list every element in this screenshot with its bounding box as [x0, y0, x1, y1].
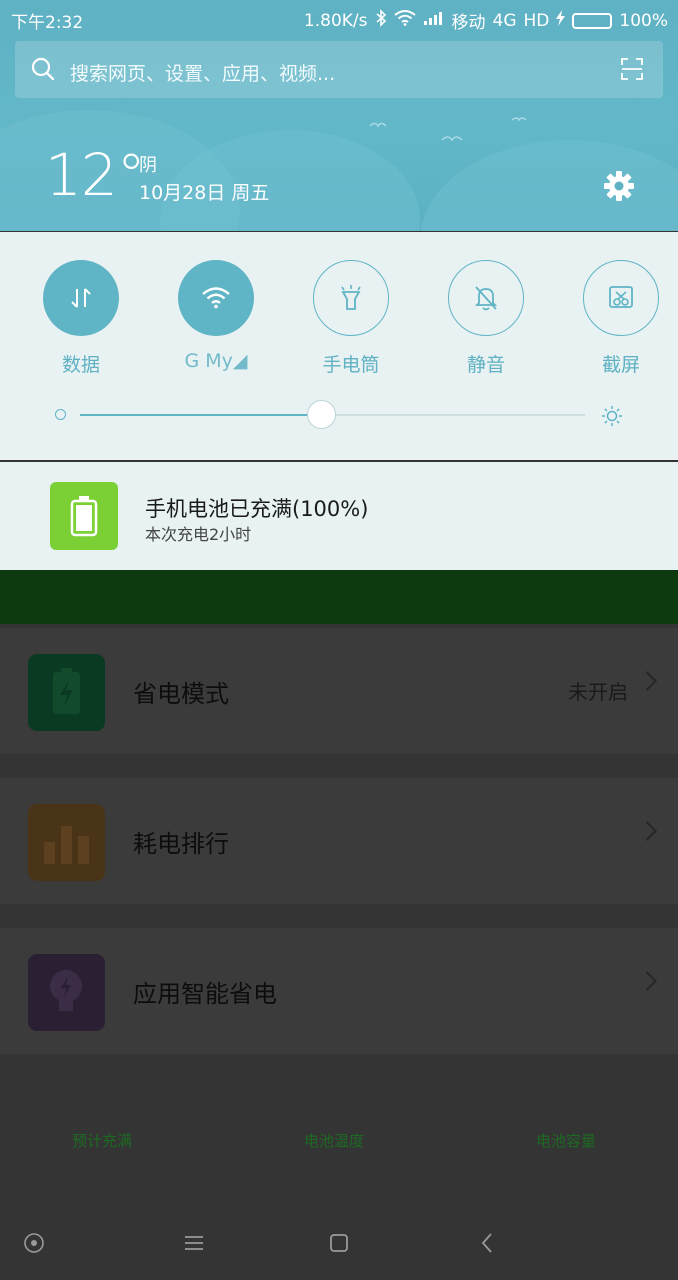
toggle-label: G My◢	[184, 350, 248, 372]
brightness-slider-thumb[interactable]	[307, 400, 336, 429]
back-arrow-icon	[481, 1233, 492, 1253]
back-button[interactable]	[473, 1229, 501, 1257]
quick-settings-panel: 数据 G My◢ 手电筒 静音 截屏	[0, 232, 678, 460]
toggle-mobile-data[interactable]: 数据	[43, 260, 119, 377]
wifi-status-icon	[393, 10, 416, 31]
notification-title: 手机电池已充满(100%)	[145, 497, 369, 521]
birds-decoration	[369, 117, 527, 142]
gear-icon[interactable]	[603, 170, 635, 202]
signal-icon	[423, 10, 445, 31]
net-speed: 1.80K/s	[303, 10, 368, 31]
toggle-label: 静音	[466, 354, 505, 376]
bluetooth-icon	[375, 9, 387, 32]
cloud-decoration	[420, 140, 678, 231]
power-save-mode-label: 省电模式	[133, 680, 229, 708]
status-time: 下午2:32	[11, 13, 84, 33]
stat-battery-capacity: 电池容量	[536, 1132, 597, 1150]
battery-icon	[50, 482, 118, 550]
battery-save-icon	[28, 654, 105, 731]
battery-full-notification[interactable]: 手机电池已充满(100%) 本次充电2小时	[0, 462, 678, 570]
power-save-mode-row[interactable]: 省电模式 未开启	[0, 628, 678, 754]
toggle-flashlight[interactable]: 手电筒	[313, 260, 389, 377]
status-bar: 下午2:32 1.80K/s 移动 4G HD 100%	[0, 0, 678, 36]
bar-chart-icon	[28, 804, 105, 881]
power-usage-ranking-label: 耗电排行	[133, 830, 229, 858]
search-placeholder: 搜索网页、设置、应用、视频...	[70, 63, 336, 85]
toggle-mute[interactable]: 静音	[448, 260, 524, 377]
weather-condition: 阴	[139, 155, 157, 176]
carrier-name: 移动	[451, 13, 486, 33]
stat-battery-temp: 电池温度	[304, 1132, 365, 1150]
screenshot-icon	[583, 260, 659, 336]
notification-shade-header: 下午2:32 1.80K/s 移动 4G HD 100% 搜索网页、设置、应用、…	[0, 0, 678, 231]
brightness-low-icon	[55, 409, 66, 420]
notification-subtitle: 本次充电2小时	[145, 525, 252, 544]
brightness-slider-fill	[80, 414, 322, 416]
toggle-label: 截屏	[601, 354, 640, 376]
date: 10月28日 周五	[139, 182, 270, 204]
toggle-screenshot[interactable]: 截屏	[583, 260, 659, 377]
menu-icon	[185, 1236, 203, 1250]
toggle-label: 数据	[61, 354, 100, 376]
temperature[interactable]: 12°	[45, 141, 146, 209]
chevron-right-icon	[637, 821, 657, 841]
power-save-mode-value: 未开启	[568, 680, 628, 704]
scan-icon[interactable]	[621, 58, 643, 80]
home-square-icon	[330, 1234, 348, 1252]
flashlight-icon	[313, 260, 389, 336]
data-arrows-icon	[43, 260, 119, 336]
hd-indicator: HD	[523, 10, 550, 31]
smart-app-power-saving-label: 应用智能省电	[133, 980, 277, 1008]
network-type: 4G	[492, 10, 517, 31]
smart-app-power-saving-row[interactable]: 应用智能省电	[0, 928, 678, 1054]
lightbulb-icon	[28, 954, 105, 1031]
charging-bolt-icon	[556, 10, 566, 31]
search-bar[interactable]: 搜索网页、设置、应用、视频...	[15, 41, 663, 98]
chevron-right-icon	[637, 971, 657, 991]
circle-dot-icon	[24, 1233, 44, 1253]
power-usage-ranking-row[interactable]: 耗电排行	[0, 778, 678, 904]
navigation-bar	[0, 1205, 678, 1280]
battery-percent: 100%	[619, 10, 668, 31]
toggle-wifi[interactable]: G My◢	[178, 260, 254, 372]
chevron-right-icon	[637, 671, 657, 691]
brightness-high-icon	[602, 406, 622, 426]
wifi-icon	[178, 260, 254, 336]
stat-charge-time: 预计充满	[72, 1132, 133, 1150]
mute-bell-icon	[448, 260, 524, 336]
home-button[interactable]	[325, 1229, 353, 1257]
assistant-button[interactable]	[20, 1229, 48, 1257]
battery-icon	[572, 12, 613, 29]
toggle-label: 手电筒	[322, 354, 380, 376]
search-icon	[31, 57, 55, 81]
menu-button[interactable]	[180, 1229, 208, 1257]
